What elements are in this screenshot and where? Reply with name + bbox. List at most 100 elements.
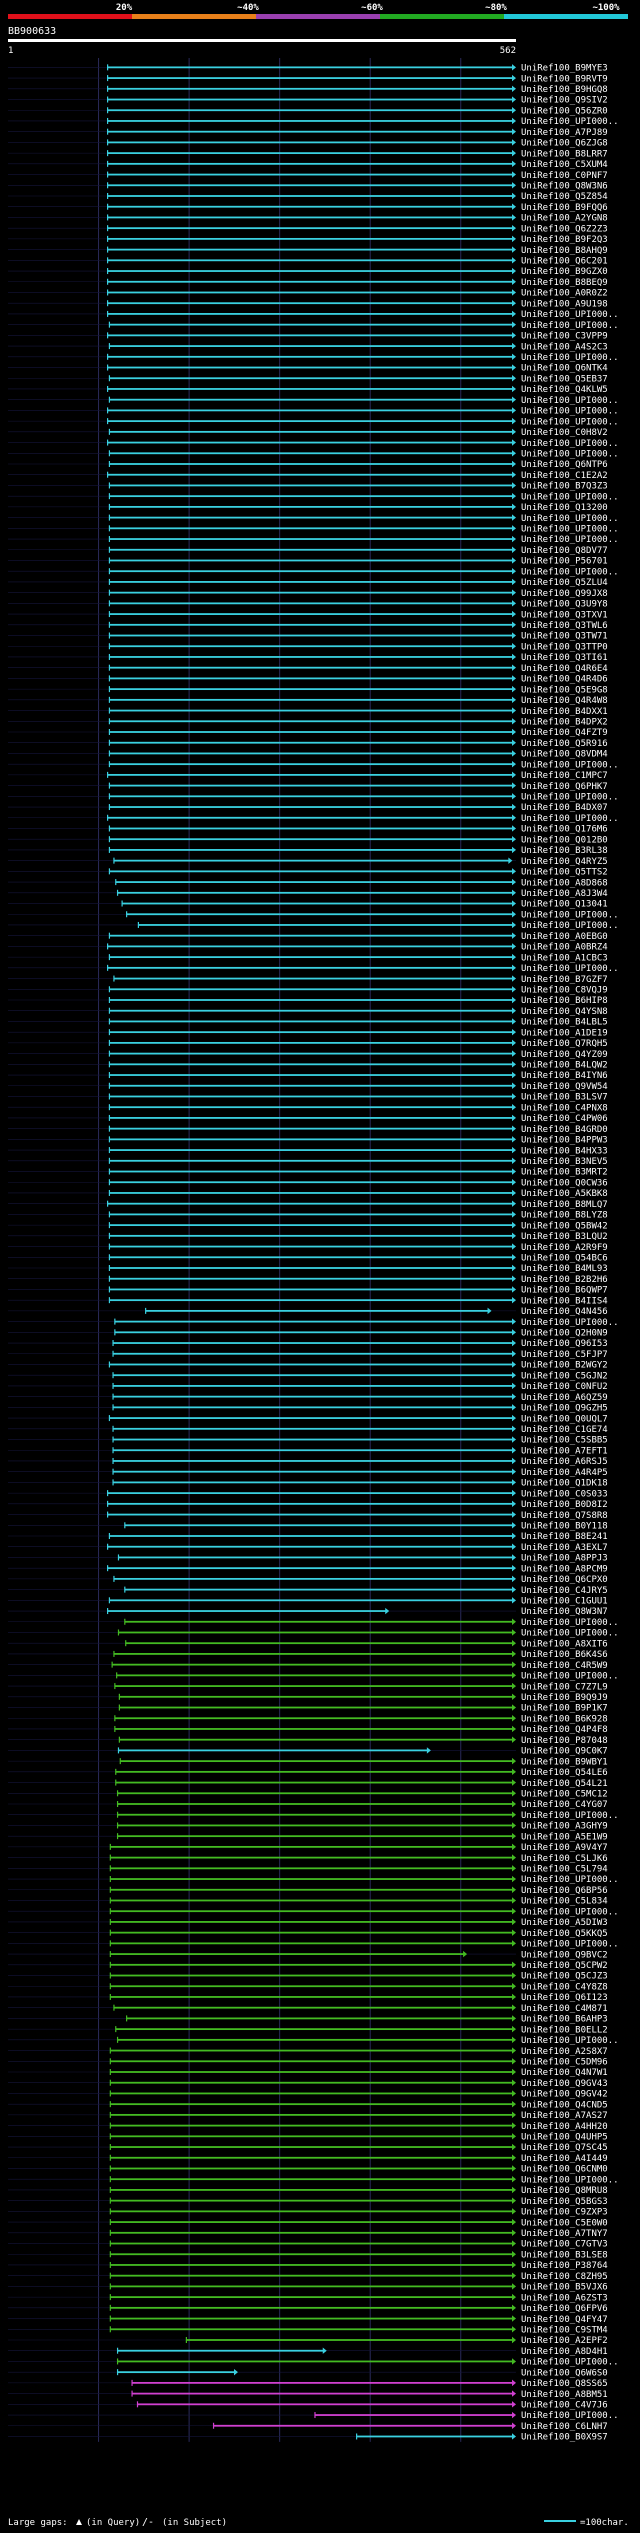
row-label: UniRef100_Q5TTS2 [521, 868, 608, 878]
row-label: UniRef100_UPI000.. [521, 1618, 619, 1628]
row-label: UniRef100_B0Y118 [521, 1521, 608, 1531]
row-label: UniRef100_C4YG07 [521, 1800, 608, 1810]
alignment-end-arrow [512, 696, 516, 704]
alignment-bar [110, 1878, 514, 1880]
row-label: UniRef100_Q54L21 [521, 1779, 608, 1789]
alignment-end-arrow [512, 2176, 516, 2183]
alignment-bar [126, 913, 513, 916]
alignment-end-arrow [512, 739, 516, 746]
alignment-bar [115, 1781, 514, 1784]
alignment-bar [115, 881, 514, 883]
row-label: UniRef100_Q9BVC2 [521, 1950, 608, 1960]
row-label: UniRef100_Q8W3N7 [521, 1607, 608, 1617]
alignment-end-arrow [512, 1532, 516, 1540]
alignment-end-arrow [512, 192, 516, 200]
alignment-end-arrow [512, 2143, 516, 2151]
row-label: UniRef100_Q6NTP6 [521, 460, 608, 470]
alignment-end-arrow [512, 1779, 516, 1786]
row-label: UniRef100_B4HX33 [521, 1146, 608, 1156]
scale-tick-label: ~60% [361, 3, 383, 13]
alignment-end-arrow [512, 1296, 516, 1304]
alignment-end-arrow [512, 2058, 516, 2065]
alignment-end-arrow [512, 1522, 516, 1529]
alignment-bar [107, 87, 513, 90]
row-label: UniRef100_Q7S8R8 [521, 1511, 608, 1521]
alignment-bar [110, 1985, 514, 1988]
alignment-bar [110, 2113, 514, 2116]
alignment-end-arrow [512, 685, 516, 693]
row-label: UniRef100_Q6BP56 [521, 1886, 608, 1896]
alignment-bar [110, 1888, 514, 1891]
alignment-bar [113, 1470, 513, 1473]
alignment-end-arrow [512, 1179, 516, 1186]
alignment-bar [107, 334, 513, 337]
row-label: UniRef100_Q5ZLU4 [521, 578, 608, 588]
alignment-end-arrow [512, 2379, 516, 2387]
row-label: UniRef100_Q4RYZ5 [521, 857, 608, 867]
alignment-bar [117, 1824, 513, 1827]
alignment-bar [107, 195, 513, 197]
row-label: UniRef100_Q8MRU8 [521, 2186, 608, 2196]
row-label: UniRef100_A8D868 [521, 878, 608, 888]
alignment-bar [109, 827, 514, 830]
alignment-end-arrow [512, 1929, 516, 1936]
alignment-end-arrow [512, 878, 516, 886]
alignment-bar [107, 1610, 387, 1612]
alignment-bar [109, 698, 514, 701]
alignment-end-arrow [512, 2004, 516, 2011]
alignment-end-arrow [512, 85, 516, 92]
alignment-bar [109, 1052, 514, 1055]
row-label: UniRef100_Q4FZT9 [521, 728, 608, 738]
alignment-bar [145, 1309, 489, 1312]
row-label: UniRef100_C7GTV3 [521, 2240, 608, 2250]
alignment-bar [110, 1921, 514, 1923]
row-label: UniRef100_C0S033 [521, 1489, 608, 1499]
alignment-end-arrow [512, 1736, 516, 1743]
alignment-end-arrow [512, 1865, 516, 1872]
alignment-end-arrow [512, 482, 516, 489]
alignment-end-arrow [385, 1607, 390, 1615]
alignment-bar [110, 2210, 514, 2213]
alignment-end-arrow [512, 600, 516, 607]
alignment-bar [115, 1770, 514, 1773]
alignment-end-arrow [512, 1479, 516, 1486]
alignment-bar [109, 398, 514, 401]
alignment-bar [113, 1406, 513, 1409]
chart-svg: 20% ~40% ~60% ~80% ~100% BB900633 1 562 UniRe… [8, 3, 629, 2528]
row-label: UniRef100_B4LQW2 [521, 1061, 608, 1071]
alignment-end-arrow [512, 364, 516, 371]
scale-tick-label: 20% [116, 3, 133, 13]
row-label: UniRef100_C5L834 [521, 1897, 608, 1907]
alignment-bar [109, 1084, 514, 1087]
row-label: UniRef100_A2R9F9 [521, 1243, 608, 1253]
alignment-bar [110, 2328, 514, 2331]
alignment-bar [110, 2103, 514, 2106]
row-label: UniRef100_Q5KKQ5 [521, 1929, 608, 1939]
row-label: UniRef100_C5XUM4 [521, 160, 608, 170]
alignment-bar [119, 1738, 514, 1741]
alignment-bar [138, 924, 513, 926]
scale-band-5 [504, 14, 628, 19]
alignment-end-arrow [512, 1618, 516, 1625]
row-label: UniRef100_Q4YSN8 [521, 1007, 608, 1017]
row-label: UniRef100_B8MLQ7 [521, 1200, 608, 1210]
row-label: UniRef100_UPI000.. [521, 417, 619, 427]
alignment-bar [109, 677, 514, 680]
alignment-bar [109, 1138, 514, 1141]
alignment-bar [107, 313, 513, 315]
alignment-end-arrow [512, 568, 516, 575]
scale-tick-label: ~80% [485, 3, 507, 13]
alignment-end-arrow [512, 1318, 516, 1325]
alignment-bar [117, 2360, 513, 2363]
alignment-end-arrow [512, 921, 516, 929]
alignment-bar [110, 2274, 514, 2277]
row-label: UniRef100_Q012B0 [521, 835, 608, 845]
alignment-end-arrow [512, 793, 516, 800]
alignment-bar [109, 484, 514, 487]
alignment-bar [107, 130, 513, 133]
alignment-bar [113, 1342, 513, 1344]
row-label: UniRef100_C8VQJ9 [521, 985, 608, 995]
alignment-bar [107, 141, 513, 144]
alignment-bar [109, 1106, 514, 1109]
row-label: UniRef100_A1CBC3 [521, 953, 608, 963]
